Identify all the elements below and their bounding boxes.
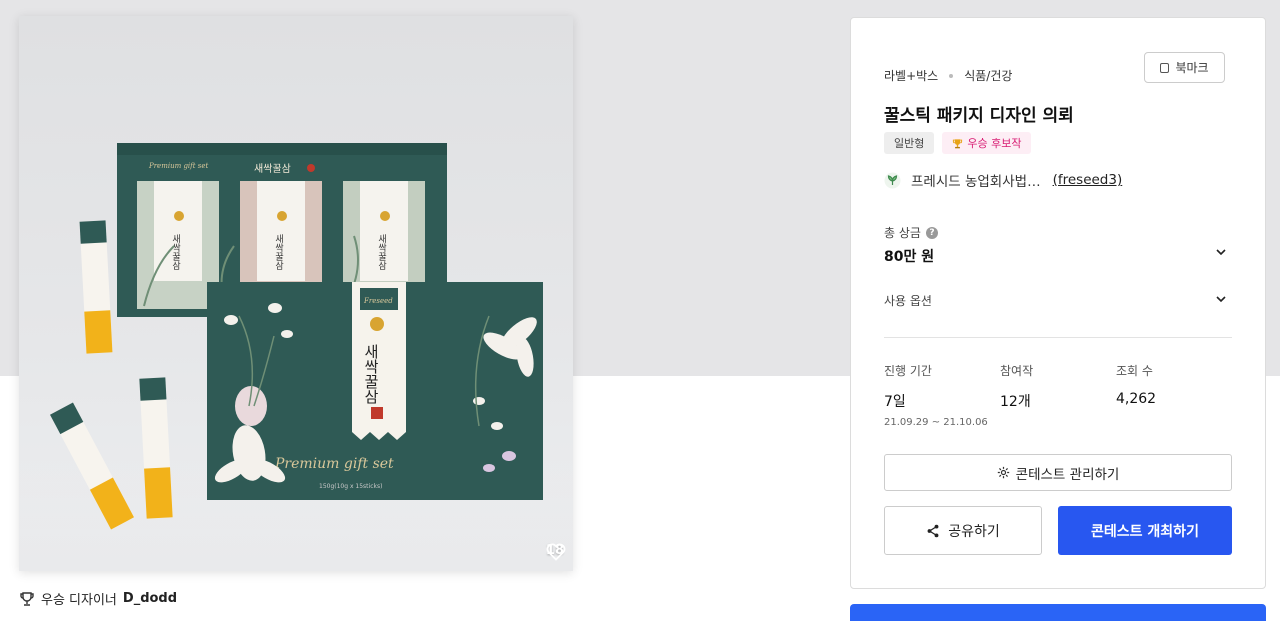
views-value: 4,262 xyxy=(1116,391,1157,407)
bookmark-label: 북마크 xyxy=(1175,61,1209,75)
type-badge: 일반형 xyxy=(884,132,935,154)
winner-designer: 우승 디자이너 D_dodd xyxy=(19,589,177,608)
svg-text:Premium gift set: Premium gift set xyxy=(274,456,394,472)
host-contest-label: 콘테스트 개최하기 xyxy=(1091,523,1199,540)
svg-text:새싹꿀삼: 새싹꿀삼 xyxy=(254,163,291,175)
type-badge-label: 일반형 xyxy=(894,137,925,150)
manage-contest-label: 콘테스트 관리하기 xyxy=(1015,466,1120,483)
period-label: 진행 기간 xyxy=(884,364,932,378)
candidate-badge-label: 우승 후보작 xyxy=(967,137,1022,150)
share-button[interactable]: 공유하기 xyxy=(884,506,1042,555)
period-value: 7일 xyxy=(884,394,906,410)
like-button[interactable]: 18 xyxy=(546,543,566,561)
trophy-icon xyxy=(953,138,963,148)
manage-contest-button[interactable]: 콘테스트 관리하기 xyxy=(884,454,1232,491)
share-icon xyxy=(927,524,939,537)
bottom-action-bar[interactable] xyxy=(850,604,1266,621)
divider xyxy=(884,337,1232,338)
prize-value: 80만 원 xyxy=(884,249,935,265)
entries-label: 참여작 xyxy=(1000,364,1034,378)
bookmark-icon xyxy=(1160,62,1170,73)
chevron-down-icon[interactable] xyxy=(1215,293,1227,305)
badge-list: 일반형 우승 후보작 xyxy=(884,132,1032,154)
prize-label-text: 총 상금 xyxy=(884,226,921,240)
category-main[interactable]: 라벨+박스 xyxy=(884,67,938,84)
svg-text:새싹꿀삼: 새싹꿀삼 xyxy=(170,234,180,270)
company-name: 프레시드 농업회사법… xyxy=(911,174,1041,190)
bookmark-button[interactable]: 북마크 xyxy=(1144,52,1225,83)
svg-text:새싹꿀삼: 새싹꿀삼 xyxy=(376,234,386,270)
stat-period: 진행 기간 7일 21.09.29 ~ 21.10.06 xyxy=(884,362,988,428)
period-dates: 21.09.29 ~ 21.10.06 xyxy=(884,417,988,428)
company-handle[interactable]: (freseed3) xyxy=(1053,172,1123,188)
product-image[interactable]: Premium gift set 새싹꿀삼 새싹꿀삼 새싹꿀삼 새싹꿀삼 Fre… xyxy=(19,16,573,571)
share-label: 공유하기 xyxy=(948,523,1000,540)
company-logo-icon xyxy=(884,172,901,188)
help-icon[interactable]: ? xyxy=(925,226,938,239)
prize-label: 총 상금 ? xyxy=(884,224,938,241)
stat-entries: 참여작 12개 xyxy=(1000,362,1033,411)
views-label: 조회 수 xyxy=(1116,364,1153,378)
winner-label: 우승 디자이너 xyxy=(41,593,117,608)
contest-info-panel: 라벨+박스 식품/건강 북마크 꿀스틱 패키지 디자인 의뢰 일반형 우승 후보… xyxy=(850,17,1266,589)
company-info[interactable]: 프레시드 농업회사법… (freseed3) xyxy=(884,170,1122,190)
candidate-badge: 우승 후보작 xyxy=(942,132,1032,154)
gear-icon xyxy=(997,466,1009,479)
category-sub[interactable]: 식품/건강 xyxy=(964,67,1012,84)
package-illustration: Premium gift set 새싹꿀삼 새싹꿀삼 새싹꿀삼 새싹꿀삼 Fre… xyxy=(50,143,543,530)
contest-title: 꿀스틱 패키지 디자인 의뢰 xyxy=(884,106,1074,126)
heart-icon xyxy=(546,543,566,561)
options-label[interactable]: 사용 옵션 xyxy=(884,292,932,309)
options-label-text: 사용 옵션 xyxy=(884,294,932,308)
trophy-icon xyxy=(20,591,34,606)
breadcrumb-separator xyxy=(949,73,954,78)
svg-text:Premium gift set: Premium gift set xyxy=(148,162,209,170)
host-contest-button[interactable]: 콘테스트 개최하기 xyxy=(1058,506,1232,555)
stat-views: 조회 수 4,262 xyxy=(1116,362,1156,407)
svg-text:Freseed: Freseed xyxy=(363,297,393,305)
svg-text:새싹꿀삼: 새싹꿀삼 xyxy=(362,344,380,404)
entries-value: 12개 xyxy=(1000,394,1031,410)
winner-name[interactable]: D_dodd xyxy=(123,591,177,606)
chevron-down-icon[interactable] xyxy=(1215,246,1227,258)
category-breadcrumb: 라벨+박스 식품/건강 xyxy=(884,67,1012,84)
svg-text:150g(10g x 15sticks): 150g(10g x 15sticks) xyxy=(319,483,382,490)
svg-text:새싹꿀삼: 새싹꿀삼 xyxy=(273,234,283,270)
